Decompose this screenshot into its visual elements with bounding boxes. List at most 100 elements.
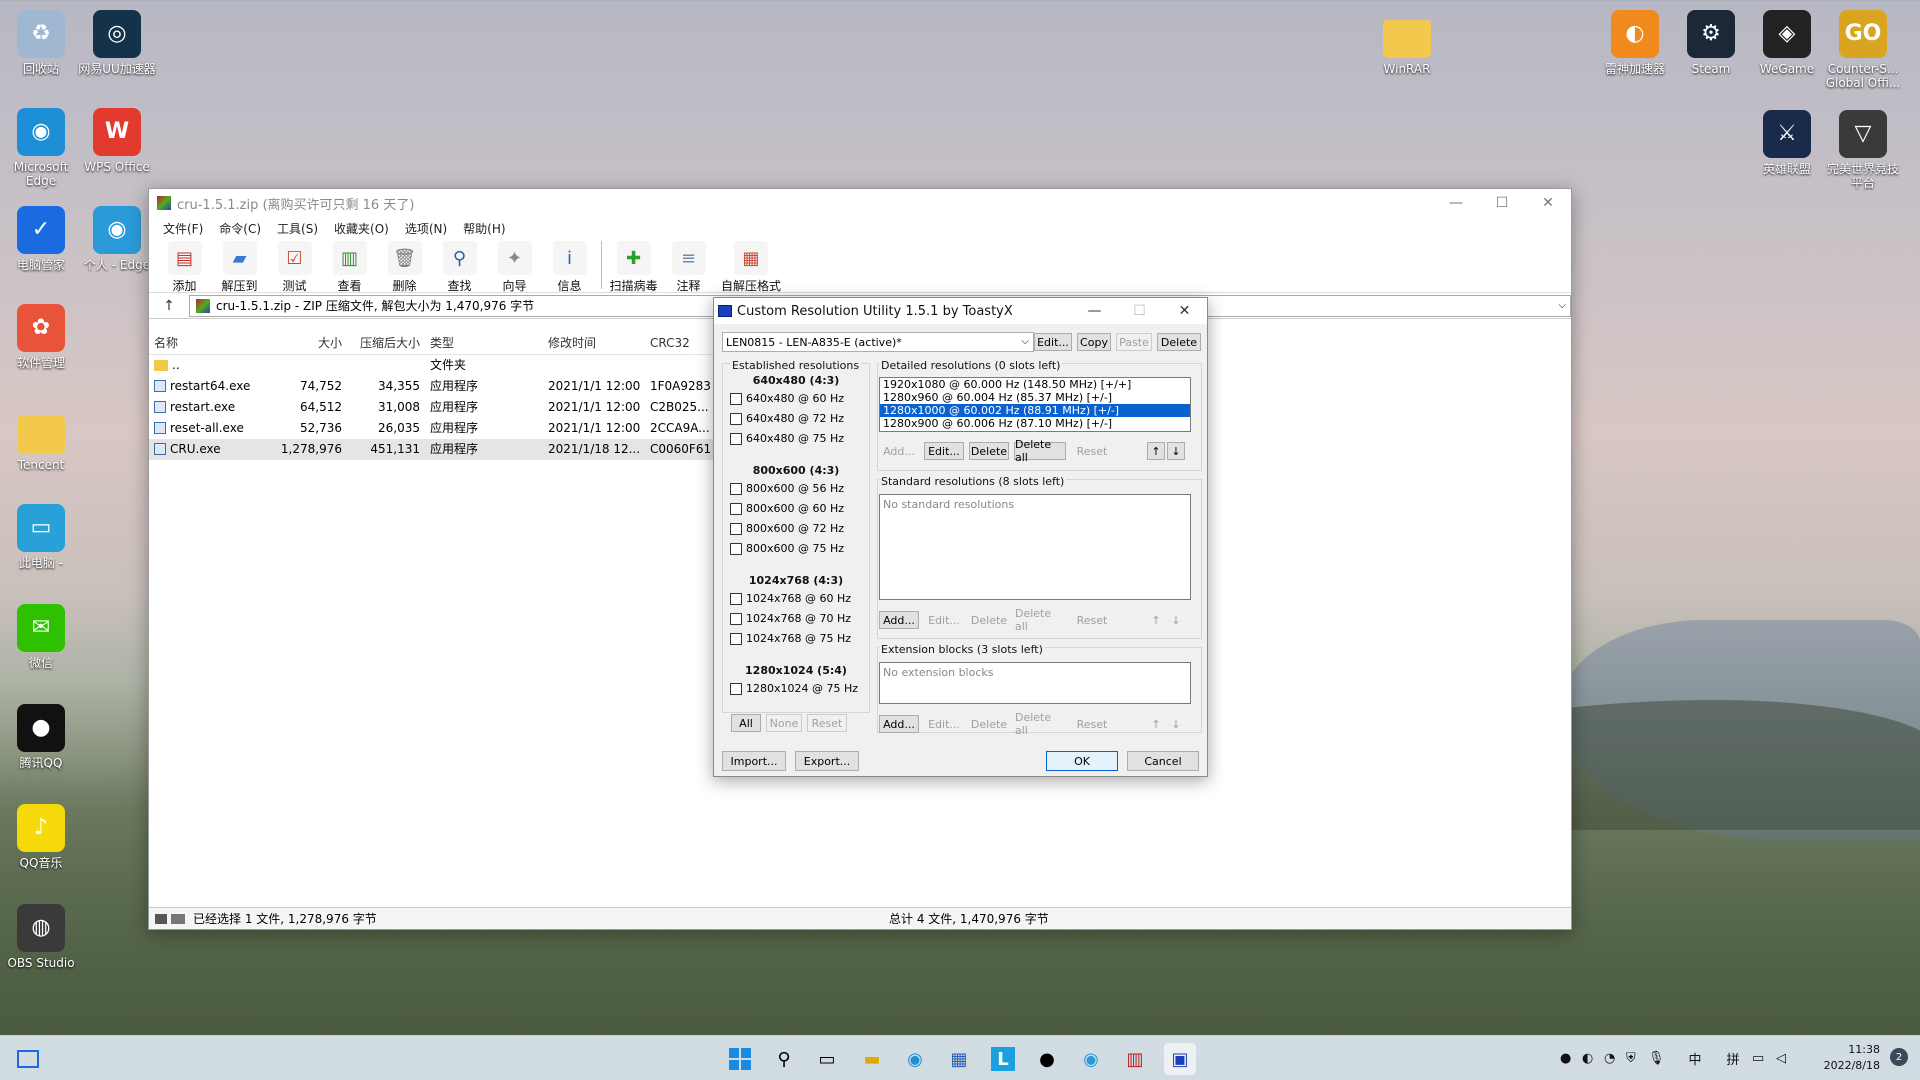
network-icon[interactable]: ▭ xyxy=(1752,1051,1776,1066)
table-row[interactable]: restart64.exe 74,752 34,355 应用程序 2021/1/1 12… xyxy=(149,376,715,397)
detailed-delete-all-button[interactable]: Delete all xyxy=(1014,438,1066,464)
detailed-move-up-icon[interactable]: ↑ xyxy=(1147,442,1165,460)
menu-favorites[interactable]: 收藏夹(O) xyxy=(326,220,397,237)
minimize-button[interactable]: — xyxy=(1433,189,1479,217)
menu-tools[interactable]: 工具(S) xyxy=(269,220,326,237)
desktop-icon-this-pc[interactable]: ▭ 此电脑 - xyxy=(2,504,80,570)
standard-listbox[interactable]: No standard resolutions xyxy=(879,494,1191,600)
detailed-add-button[interactable]: Add... xyxy=(879,442,919,460)
monitor-paste-button[interactable]: Paste xyxy=(1116,333,1152,351)
toolbar-button-find[interactable]: ⚲ 查找 xyxy=(432,239,487,294)
toolbar-button-delete[interactable]: 🗑 删除 xyxy=(377,239,432,294)
est-none-button[interactable]: None xyxy=(766,714,802,732)
standard-reset-button[interactable]: Reset xyxy=(1072,611,1112,629)
extension-delete-all-button[interactable]: Delete all xyxy=(1014,711,1066,737)
import-button[interactable]: Import... xyxy=(722,751,786,771)
export-button[interactable]: Export... xyxy=(795,751,859,771)
notification-badge[interactable]: 2 xyxy=(1890,1048,1908,1066)
desktop-icon-lol[interactable]: ⚔ 英雄联盟 xyxy=(1748,110,1826,176)
search-icon[interactable]: ⚲ xyxy=(768,1043,800,1075)
winrar-titlebar[interactable]: cru-1.5.1.zip (离购买许可只剩 16 天了) xyxy=(149,189,1571,217)
edge-taskbar-icon[interactable]: ◉ xyxy=(899,1043,931,1075)
menu-command[interactable]: 命令(C) xyxy=(211,220,269,237)
detailed-resolution-item[interactable]: 1280x960 @ 60.004 Hz (85.37 MHz) [+/-] xyxy=(880,391,1190,404)
extension-delete-button[interactable]: Delete xyxy=(969,715,1009,733)
ok-button[interactable]: OK xyxy=(1046,751,1118,771)
established-checkbox[interactable]: 800x600 @ 60 Hz xyxy=(730,502,844,515)
desktop-icon-qq-music[interactable]: ♪ QQ音乐 xyxy=(2,804,80,870)
desktop-icon-obs[interactable]: ◍ OBS Studio xyxy=(2,904,80,970)
clock[interactable]: 11:38 2022/8/18 xyxy=(1824,1042,1880,1074)
established-checkbox[interactable]: 640x480 @ 60 Hz xyxy=(730,392,844,405)
desktop-icon-wegame[interactable]: ◈ WeGame xyxy=(1748,10,1826,76)
up-arrow-icon[interactable]: ↑ xyxy=(149,298,189,314)
maximize-button[interactable]: ☐ xyxy=(1479,189,1525,217)
extension-add-button[interactable]: Add... xyxy=(879,715,919,733)
table-row[interactable]: CRU.exe 1,278,976 451,131 应用程序 2021/1/18 12.… xyxy=(149,439,715,460)
edge-profile-taskbar-icon[interactable]: ◉ xyxy=(1075,1043,1107,1075)
store-icon[interactable]: ▦ xyxy=(943,1043,975,1075)
detailed-delete-button[interactable]: Delete xyxy=(969,442,1009,460)
extension-reset-button[interactable]: Reset xyxy=(1072,715,1112,733)
task-view-icon[interactable]: ▭ xyxy=(811,1043,843,1075)
tray-shield-icon[interactable]: ⛨ xyxy=(1626,1051,1648,1066)
detailed-resolution-item[interactable]: 1920x1080 @ 60.000 Hz (148.50 MHz) [+/+] xyxy=(880,378,1190,391)
menu-help[interactable]: 帮助(H) xyxy=(455,220,513,237)
established-checkbox[interactable]: 1024x768 @ 60 Hz xyxy=(730,592,851,605)
col-packed[interactable]: 压缩后大小 xyxy=(347,333,425,354)
standard-delete-all-button[interactable]: Delete all xyxy=(1014,607,1066,633)
tray-wifi-icon[interactable]: ◔ xyxy=(1604,1051,1626,1066)
tray-app-icon[interactable]: ● xyxy=(1560,1051,1582,1066)
cru-taskbar-icon[interactable]: ▣ xyxy=(1164,1043,1196,1075)
standard-move-up-icon[interactable]: ↑ xyxy=(1147,611,1165,629)
toolbar-button-add-archive[interactable]: ▤ 添加 xyxy=(157,239,212,294)
est-all-button[interactable]: All xyxy=(731,714,761,732)
desktop-icon-csgo[interactable]: GO Counter-S... Global Offi... xyxy=(1824,10,1902,90)
monitor-copy-button[interactable]: Copy xyxy=(1077,333,1111,351)
extension-edit-button[interactable]: Edit... xyxy=(924,715,964,733)
start-icon[interactable] xyxy=(724,1043,756,1075)
steam-taskbar-icon[interactable]: ● xyxy=(1031,1043,1063,1075)
extension-move-down-icon[interactable]: ↓ xyxy=(1167,715,1185,733)
chevron-down-icon[interactable]: ⌵ xyxy=(1558,300,1566,311)
cru-minimize-button[interactable]: — xyxy=(1072,298,1117,324)
monitor-select[interactable]: LEN0815 - LEN-A835-E (active)* ⌵ xyxy=(722,332,1034,352)
toolbar-button-wizard[interactable]: ✦ 向导 xyxy=(487,239,542,294)
standard-edit-button[interactable]: Edit... xyxy=(924,611,964,629)
desktop-icon-steam[interactable]: ⚙ Steam xyxy=(1672,10,1750,76)
detailed-edit-button[interactable]: Edit... xyxy=(924,442,964,460)
volume-icon[interactable]: ◁ xyxy=(1776,1051,1798,1066)
table-row[interactable]: restart.exe 64,512 31,008 应用程序 2021/1/1 12:0… xyxy=(149,397,715,418)
table-row[interactable]: .. 文件夹 xyxy=(149,355,715,376)
menu-file[interactable]: 文件(F) xyxy=(155,220,211,237)
est-reset-button[interactable]: Reset xyxy=(807,714,847,732)
established-checkbox[interactable]: 1280x1024 @ 75 Hz xyxy=(730,682,858,695)
extension-move-up-icon[interactable]: ↑ xyxy=(1147,715,1165,733)
col-size[interactable]: 大小 xyxy=(269,333,347,354)
cru-close-button[interactable]: ✕ xyxy=(1162,298,1207,324)
toolbar-button-extract-to[interactable]: ▰ 解压到 xyxy=(212,239,267,294)
ime-indicator[interactable]: 中 xyxy=(1676,1049,1714,1068)
detailed-move-down-icon[interactable]: ↓ xyxy=(1167,442,1185,460)
established-checkbox[interactable]: 1024x768 @ 75 Hz xyxy=(730,632,851,645)
col-crc[interactable]: CRC32 xyxy=(645,333,715,354)
established-checkbox[interactable]: 640x480 @ 72 Hz xyxy=(730,412,844,425)
desktop-icon-folder[interactable]: Tencent xyxy=(2,406,80,472)
toolbar-button-view[interactable]: ▥ 查看 xyxy=(322,239,377,294)
toolbar-button-test[interactable]: ☑ 测试 xyxy=(267,239,322,294)
l-app-icon[interactable]: L xyxy=(987,1043,1019,1075)
desktop-icon-edge[interactable]: ◉ Microsoft Edge xyxy=(2,108,80,188)
desktop-icon-software-manager[interactable]: ✿ 软件管理 xyxy=(2,304,80,370)
established-checkbox[interactable]: 800x600 @ 72 Hz xyxy=(730,522,844,535)
toolbar-button-sfx[interactable]: ▦ 自解压格式 xyxy=(716,239,786,294)
winrar-taskbar-icon[interactable]: ▥ xyxy=(1119,1043,1151,1075)
col-name[interactable]: 名称 xyxy=(149,333,269,354)
desktop-icon-uu-booster[interactable]: ◎ 网易UU加速器 xyxy=(78,10,156,76)
desktop-icon-pc-manager[interactable]: ✓ 电脑管家 xyxy=(2,206,80,272)
established-checkbox[interactable]: 640x480 @ 75 Hz xyxy=(730,432,844,445)
desktop-icon-folder[interactable]: WinRAR xyxy=(1368,10,1446,76)
desktop-icon-qq[interactable]: ● 腾讯QQ xyxy=(2,704,80,770)
cancel-button[interactable]: Cancel xyxy=(1127,751,1199,771)
monitor-edit-button[interactable]: Edit... xyxy=(1034,333,1072,351)
detailed-reset-button[interactable]: Reset xyxy=(1072,442,1112,460)
